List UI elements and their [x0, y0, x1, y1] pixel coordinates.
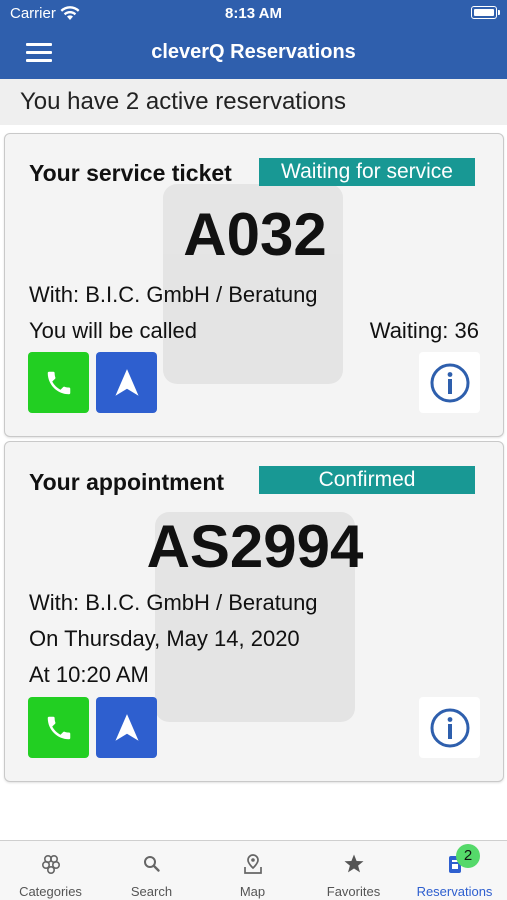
tab-label: Categories: [19, 884, 82, 899]
reservations-summary: You have 2 active reservations: [0, 79, 507, 125]
navigation-arrow-icon: [114, 713, 139, 741]
card-heading: Your service ticket: [29, 160, 232, 186]
provider-line: With: B.I.C. GmbH / Beratung: [29, 590, 318, 615]
tab-label: Search: [130, 884, 173, 899]
status-badge: Confirmed: [259, 466, 475, 494]
status-bar: Carrier 8:13 AM: [0, 0, 507, 28]
categories-icon: [41, 854, 60, 875]
call-button[interactable]: [28, 352, 89, 413]
reservations-count-badge: 2: [456, 844, 480, 868]
info-icon: [430, 708, 469, 747]
summary-text: You have 2 active reservations: [20, 88, 346, 115]
tab-categories[interactable]: Categories: [0, 841, 101, 900]
info-button[interactable]: [419, 352, 480, 413]
navigation-arrow-icon: [114, 368, 139, 396]
phone-icon: [47, 371, 70, 394]
status-time: 8:13 AM: [225, 5, 282, 22]
search-icon: [143, 856, 160, 872]
ticket-number: A032: [183, 201, 327, 268]
waiting-count: Waiting: 36: [369, 318, 479, 343]
tab-label: Favorites: [326, 884, 381, 899]
call-note: You will be called: [29, 318, 197, 343]
navigate-button[interactable]: [96, 352, 157, 413]
battery-icon: [471, 6, 500, 19]
navigate-button[interactable]: [96, 697, 157, 758]
card-heading: Your appointment: [29, 469, 225, 495]
tab-map[interactable]: Map: [202, 841, 303, 900]
page-title: cleverQ Reservations: [151, 41, 356, 63]
info-icon: [430, 363, 469, 402]
phone-icon: [47, 716, 70, 739]
appointment-time: At 10:20 AM: [29, 662, 149, 687]
star-icon: [344, 854, 363, 873]
navigation-bar: cleverQ Reservations: [0, 28, 507, 79]
info-button[interactable]: [419, 697, 480, 758]
status-badge: Waiting for service: [259, 158, 475, 186]
tab-label: Reservations: [416, 884, 493, 899]
tab-favorites[interactable]: Favorites: [303, 841, 404, 900]
appointment-card: Your appointment Confirmed AS2994 With: …: [4, 441, 504, 782]
tab-reservations[interactable]: Reservations: [404, 841, 505, 900]
tab-search[interactable]: Search: [101, 841, 202, 900]
appointment-number: AS2994: [146, 513, 364, 580]
map-icon: [243, 854, 262, 874]
tab-bar: Categories Search Map Favorites Reservat…: [0, 840, 507, 900]
top-bar: Carrier 8:13 AM cleverQ Reservations: [0, 0, 507, 79]
tab-label: Map: [239, 884, 266, 899]
call-button[interactable]: [28, 697, 89, 758]
provider-line: With: B.I.C. GmbH / Beratung: [29, 282, 318, 307]
appointment-date: On Thursday, May 14, 2020: [29, 626, 300, 651]
service-ticket-card: Your service ticket Waiting for service …: [4, 133, 504, 437]
